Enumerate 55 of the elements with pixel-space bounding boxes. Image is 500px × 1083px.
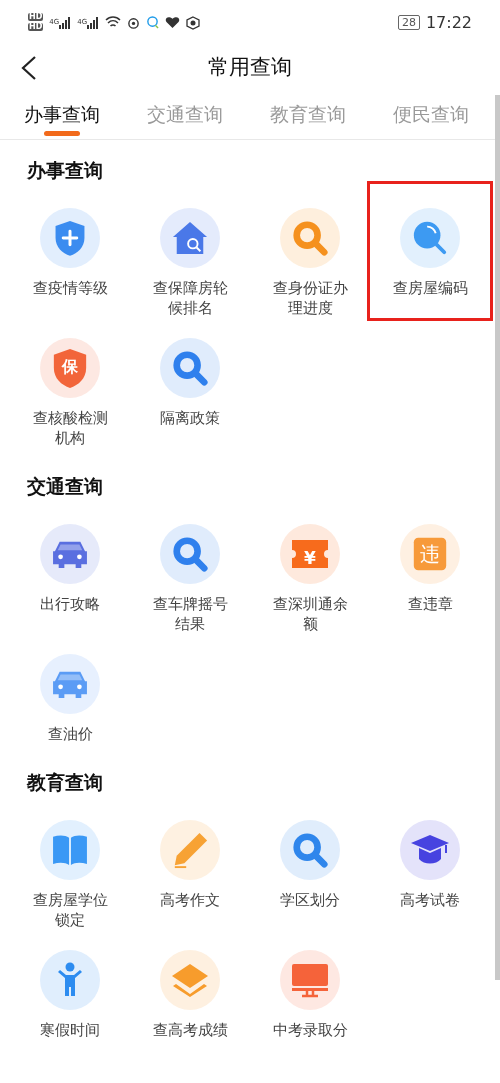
query-label: 查疫情等级 xyxy=(31,278,109,298)
shield-status-icon xyxy=(186,15,201,30)
shield-icon: 保 xyxy=(51,347,89,389)
query-item[interactable]: 查房屋学位锁定 xyxy=(10,820,130,930)
spiral-icon xyxy=(127,16,141,29)
query-item[interactable]: 查疫情等级 xyxy=(10,208,130,318)
page-title: 常用查询 xyxy=(208,53,292,81)
query-item[interactable]: ¥ 查深圳通余额 xyxy=(250,524,370,634)
query-item[interactable]: 寒假时间 xyxy=(10,950,130,1040)
query-label: 寒假时间 xyxy=(39,1020,101,1040)
query-item[interactable]: 出行攻略 xyxy=(10,524,130,634)
query-item[interactable]: 查保障房轮候排名 xyxy=(130,208,250,318)
query-label: 查房屋学位锁定 xyxy=(31,890,109,930)
query-label: 查油价 xyxy=(46,724,94,744)
battery-indicator: 28 xyxy=(397,15,420,30)
query-item[interactable]: 违 查违章 xyxy=(370,524,490,634)
highlighted-query-item[interactable]: 查房屋编码 xyxy=(370,184,490,318)
query-label: 查保障房轮候排名 xyxy=(151,278,229,318)
query-item[interactable]: 查车牌摇号结果 xyxy=(130,524,250,634)
query-label: 查核酸检测机构 xyxy=(31,408,109,448)
heart-icon xyxy=(165,16,181,29)
query-item[interactable]: 高考作文 xyxy=(130,820,250,930)
query-item[interactable]: 查高考成绩 xyxy=(130,950,250,1040)
ticket-icon: ¥ xyxy=(290,538,330,570)
query-label: 出行攻略 xyxy=(39,594,101,614)
query-label: 查深圳通余额 xyxy=(271,594,349,634)
query-label: 中考录取分 xyxy=(271,1020,349,1040)
signal-icon xyxy=(87,16,100,29)
wifi-icon xyxy=(105,16,122,29)
query-label: 高考作文 xyxy=(159,890,221,910)
query-item[interactable]: 中考录取分 xyxy=(250,950,370,1040)
query-item[interactable]: 查油价 xyxy=(10,654,130,744)
tab-indicator xyxy=(43,131,80,136)
query-label: 查身份证办理进度 xyxy=(271,278,349,318)
section-title: 交通查询 xyxy=(27,473,103,499)
query-label: 隔离政策 xyxy=(159,408,221,428)
section-title: 教育查询 xyxy=(27,769,103,795)
query-label: 查违章 xyxy=(406,594,454,614)
back-icon[interactable] xyxy=(20,55,38,81)
time: 17:22 xyxy=(425,11,472,34)
query-item[interactable]: 隔离政策 xyxy=(130,338,250,448)
chat-icon xyxy=(146,16,160,29)
query-item[interactable]: 高考试卷 xyxy=(370,820,490,930)
query-item[interactable]: 学区划分 xyxy=(250,820,370,930)
query-label: 高考试卷 xyxy=(399,890,461,910)
signal-icon xyxy=(59,16,72,29)
query-item[interactable]: 查身份证办理进度 xyxy=(250,208,370,318)
query-label: 查车牌摇号结果 xyxy=(151,594,229,634)
query-item[interactable]: 保 查核酸检测机构 xyxy=(10,338,130,448)
query-label: 查房屋编码 xyxy=(391,278,469,298)
section-title: 办事查询 xyxy=(27,157,103,183)
badge-icon: 违 xyxy=(412,536,448,572)
tab[interactable]: 办事查询 xyxy=(0,90,123,139)
query-label: 查高考成绩 xyxy=(151,1020,229,1040)
query-label: 学区划分 xyxy=(279,890,341,910)
